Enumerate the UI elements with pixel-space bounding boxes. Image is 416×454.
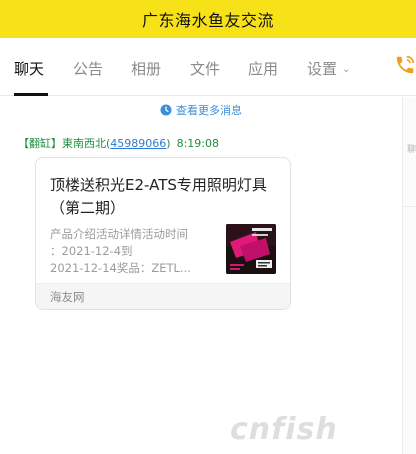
- sender-id-link[interactable]: 45989066: [110, 137, 166, 150]
- tab-apps[interactable]: 应用: [248, 58, 278, 79]
- tab-files[interactable]: 文件: [190, 58, 220, 79]
- card-desc-line: ：2021-12-4到: [50, 244, 133, 258]
- card-thumbnail-image: [226, 224, 276, 274]
- message-time: 8:19:08: [176, 137, 219, 150]
- watermark-logo: cnfish: [230, 412, 338, 447]
- card-title: 顶楼送积光E2-ATS专用照明灯具（第二期）: [50, 176, 267, 217]
- chevron-down-icon: ⌄: [342, 64, 351, 75]
- side-panel-label: 聊: [407, 145, 416, 155]
- tab-announcement[interactable]: 公告: [73, 58, 103, 79]
- view-more-messages-link[interactable]: 查看更多消息: [0, 102, 402, 118]
- message-header: 【翻缸】東南西北(45989066) 8:19:08: [18, 135, 219, 151]
- window-titlebar: 广东海水鱼友交流: [0, 0, 416, 38]
- tab-settings[interactable]: 设置 ⌄: [307, 58, 350, 79]
- tab-settings-label: 设置: [307, 60, 338, 78]
- side-panel-separator: [403, 206, 416, 207]
- card-description: 产品介绍活动详情活动时间 ：2021-12-4到 2021-12-14奖品：ZE…: [50, 226, 218, 277]
- clock-icon: [160, 104, 172, 116]
- sender-id-close: ): [166, 137, 171, 150]
- chat-area: 查看更多消息 【翻缸】東南西北(45989066) 8:19:08 顶楼送积光E2…: [0, 97, 402, 454]
- active-tab-indicator: [14, 93, 48, 96]
- tab-album[interactable]: 相册: [131, 58, 161, 79]
- view-more-label: 查看更多消息: [176, 104, 242, 117]
- tab-bar: 聊天 公告 相册 文件 应用 设置 ⌄: [0, 38, 416, 96]
- phone-icon[interactable]: [394, 54, 416, 76]
- card-source: 海友网: [36, 283, 290, 309]
- sender-tag: 【翻缸】: [18, 137, 62, 150]
- shared-link-card[interactable]: 顶楼送积光E2-ATS专用照明灯具（第二期） 产品介绍活动详情活动时间 ：202…: [35, 157, 291, 310]
- window-title: 广东海水鱼友交流: [141, 11, 274, 30]
- sender-name: 東南西北: [62, 137, 106, 150]
- card-desc-line: 2021-12-14奖品：ZETL...: [50, 261, 191, 275]
- tab-chat[interactable]: 聊天: [14, 58, 44, 79]
- card-desc-line: 产品介绍活动详情活动时间: [50, 227, 188, 241]
